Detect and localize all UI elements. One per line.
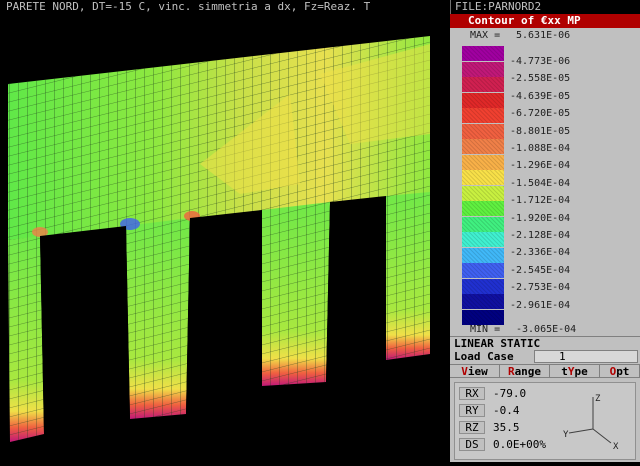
legend-level: -8.801E-05 [510,125,571,137]
menu-item-hotkey: Y [567,365,575,378]
legend-swatch [462,77,504,92]
legend-min-label: MIN = [470,324,501,335]
axis-z-label: Z [595,394,601,404]
rotation-key: DS [459,438,485,451]
menu-item-label: pt [616,365,630,378]
rotation-value[interactable]: 35.5 [493,421,520,435]
legend-swatch [462,232,504,247]
rotation-key: RY [459,404,485,417]
menu-item-hotkey: R [507,365,515,378]
contour-title: Contour of €xx MP [450,14,640,28]
legend-level: -6.720E-05 [510,108,571,120]
wall-mesh-contour [8,36,430,442]
menu-item-label: iew [467,365,488,378]
legend-level: -2.128E-04 [510,230,571,241]
legend-max-value: 5.631E-06 [516,30,571,41]
legend-level: -2.961E-04 [510,299,571,311]
legend-swatch [462,278,504,294]
legend-level: -4.639E-05 [510,90,571,102]
load-case-value[interactable]: 1 [534,350,638,363]
menu-item[interactable]: Range [500,365,550,378]
rotation-value[interactable]: -79.0 [493,387,526,401]
legend-max-label: MAX = [470,30,501,41]
menu-item[interactable]: View [450,365,500,378]
contour-legend: MAX = 5.631E-06 -4.773E-06 -2.558E-05 -4.639… [450,28,640,348]
legend-swatch [462,46,504,61]
window-title: PARETE NORD, DT=-15 C, vinc. simmetria a… [0,0,450,14]
axis-y-label: Y [563,430,569,440]
legend-level: -1.504E-04 [510,177,571,189]
legend-swatch [462,61,504,77]
legend-swatch [462,263,504,278]
menu-item-label: pe [574,365,588,378]
axis-x-label: X [613,442,619,452]
legend-level: -2.545E-04 [510,264,571,276]
menu-item-prefix: t [561,365,568,378]
legend-swatch [462,247,504,263]
rotation-value[interactable]: -0.4 [493,404,520,418]
view-rotation-box: RX -79.0 RY -0.4 RZ 35.5 DS 0.0E+00% Z Y X [454,382,636,460]
menu-bar: View Range tYpe Opt [450,364,640,378]
menu-item-label: ange [514,365,542,378]
legend-level: -2.336E-04 [510,247,571,259]
legend-swatch [462,170,504,185]
rotation-key: RX [459,387,485,400]
analysis-type: LINEAR STATIC [450,336,640,350]
load-case-label: Load Case [454,350,514,363]
menu-item[interactable]: tYpe [550,365,600,378]
file-name: FILE:PARNORD2 [450,0,640,14]
legend-swatch [462,185,504,201]
legend-swatch [462,201,504,216]
legend-level: -2.753E-04 [510,282,571,294]
legend-level: -1.296E-04 [510,160,571,172]
legend-min-value: -3.065E-04 [516,324,577,335]
legend-swatch [462,92,504,108]
legend-swatch [462,294,504,309]
legend-swatch [462,139,504,154]
legend-level: -2.558E-05 [510,73,571,85]
legend-level: -1.712E-04 [510,195,571,207]
menu-item-hotkey: V [461,365,468,378]
legend-swatch [462,309,504,325]
legend-swatch [462,123,504,139]
model-viewport[interactable] [0,14,450,462]
rotation-key: RZ [459,421,485,434]
legend-level: -1.088E-04 [510,143,571,154]
load-case[interactable]: Load Case 1 [450,350,640,364]
side-panel: Contour of €xx MP MAX = 5.631E-06 -4.773E-… [450,14,640,462]
legend-level: -4.773E-06 [510,56,571,67]
legend-swatch [462,216,504,232]
legend-swatch [462,154,504,170]
menu-item[interactable]: Opt [600,365,640,378]
axes-triad-icon: Z Y X [563,394,619,452]
rotation-value[interactable]: 0.0E+00% [493,438,546,452]
wall-openings [40,196,386,434]
legend-level: -1.920E-04 [510,212,571,224]
legend-swatch [462,108,504,123]
